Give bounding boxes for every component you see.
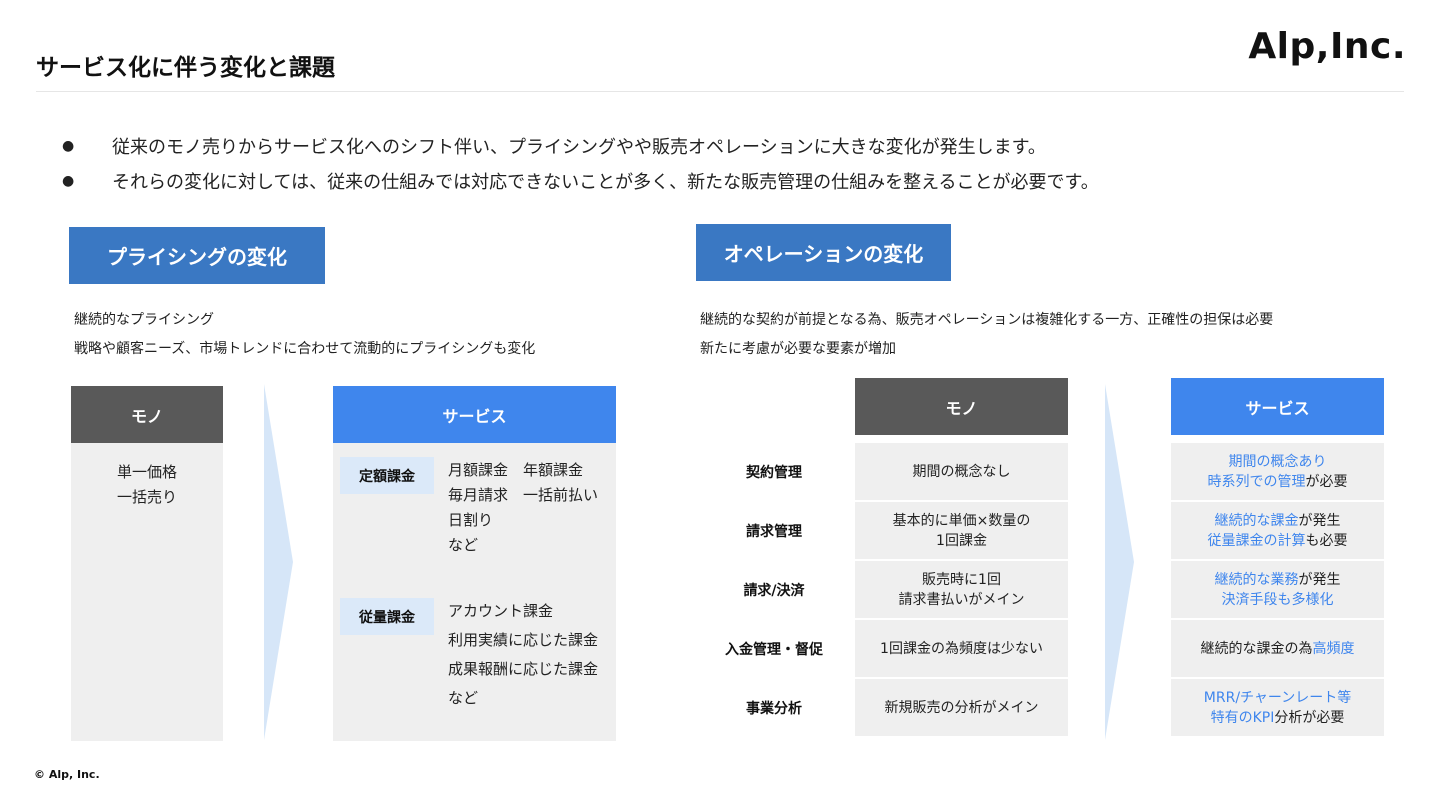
bullet-item: ● それらの変化に対しては、従来の仕組みでは対応できないことが多く、新たな販売管… [62,163,1099,198]
operation-service-line: 時系列での管理が必要 [1208,472,1348,492]
pricing-mono-line: 一括売り [116,488,177,506]
operation-desc-line: 継続的な契約が前提となる為、販売オペレーションは複雑化する一方、正確性の担保は必… [700,312,1274,328]
operation-service-line: 継続的な課金が発生 [1215,511,1341,531]
plain-text: 継続的な課金の為 [1200,640,1313,657]
operation-mono-line: 販売時に1回 [922,571,1001,588]
pricing-desc-line: 戦略や顧客ニーズ、市場トレンドに合わせて流動的にプライシングも変化 [74,341,536,357]
operation-service-line: 継続的な業務が発生 [1215,570,1341,590]
flat-rate-items: 月額課金 年額課金 毎月請求 一括前払い 日割り など [448,458,598,558]
usage-based-item: など [448,689,479,707]
flat-rate-item: など [448,536,479,554]
operation-service-line: 特有のKPI分析が必要 [1211,708,1345,728]
usage-based-item: 利用実績に応じた課金 [448,631,599,649]
highlight-text: MRR/チャーンレート等 [1203,689,1352,706]
pricing-mono-header: モノ [71,386,223,443]
operation-service-cell: MRR/チャーンレート等 特有のKPI分析が必要 [1171,679,1384,736]
bullet-text: 従来のモノ売りからサービス化へのシフト伴い、プライシングやや販売オペレーションに… [112,136,1046,158]
page-title: サービス化に伴う変化と課題 [36,55,335,81]
operation-service-cell: 期間の概念あり時系列での管理が必要 [1171,443,1384,500]
highlight-text: 特有のKPI [1210,709,1275,726]
operation-row-label: 入金管理・督促 [725,641,823,658]
operation-mono-line: 基本的に単価×数量の [892,512,1031,529]
usage-based-item: アカウント課金 [448,602,554,620]
title-divider [36,91,1404,92]
operation-service-cell: 継続的な課金の為高頻度 [1171,620,1384,677]
pricing-mono-panel: 単一価格 一括売り [71,443,223,741]
operation-row-label: 契約管理 [746,464,802,481]
plain-text: も必要 [1305,532,1348,549]
pricing-section-heading: プライシングの変化 [69,227,325,284]
operation-desc-line: 新たに考慮が必要な要素が増加 [700,341,896,357]
operation-service-line: 期間の概念あり [1229,452,1327,472]
pricing-mono-line: 単一価格 [116,463,177,481]
highlight-text: 決済手段も多様化 [1221,591,1334,608]
bullet-text: それらの変化に対しては、従来の仕組みでは対応できないことが多く、新たな販売管理の… [112,171,1099,193]
footer-copyright: © Alp, Inc. [34,768,100,781]
operation-section-heading: オペレーションの変化 [696,224,951,281]
usage-based-items: アカウント課金 利用実績に応じた課金 成果報酬に応じた課金 など [448,597,598,713]
flat-rate-item: 日割り [448,511,494,529]
pricing-service-panel: 定額課金 月額課金 年額課金 毎月請求 一括前払い 日割り など 従量課金 アカ… [333,443,616,741]
operation-mono-cell: 基本的に単価×数量の 1回課金 [855,502,1068,559]
operation-mono-line: 請求書払いがメイン [898,591,1025,608]
plain-text: 分析が必要 [1274,709,1345,726]
operation-mono-line: 1回課金の為頻度は少ない [880,640,1043,657]
highlight-text: 期間の概念あり [1228,453,1327,470]
operation-service-line: MRR/チャーンレート等 [1204,688,1351,708]
operation-mono-line: 新規販売の分析がメイン [884,699,1039,716]
operation-service-line: 従量課金の計算も必要 [1208,531,1348,551]
operation-mono-cell: 新規販売の分析がメイン [855,679,1068,736]
pricing-description: 継続的なプライシング 戦略や顧客ニーズ、市場トレンドに合わせて流動的にプライシン… [74,306,535,364]
plain-text: が発生 [1298,571,1341,588]
operation-description: 継続的な契約が前提となる為、販売オペレーションは複雑化する一方、正確性の担保は必… [700,306,1273,364]
operation-service-line: 継続的な課金の為高頻度 [1201,639,1355,659]
operation-service-cell: 継続的な業務が発生 決済手段も多様化 [1171,561,1384,618]
usage-based-tag: 従量課金 [340,598,434,635]
flat-rate-item: 毎月請求 一括前払い [448,486,599,504]
flat-rate-tag: 定額課金 [340,457,434,494]
pricing-desc-line: 継続的なプライシング [74,312,214,328]
company-logo: Alp,Inc. [1248,26,1406,67]
bullet-dot-icon: ● [62,172,75,189]
operation-service-cell: 継続的な課金が発生 従量課金の計算も必要 [1171,502,1384,559]
plain-text: が発生 [1298,512,1341,529]
pricing-service-header: サービス [333,386,616,443]
operation-row-label: 請求管理 [746,523,802,540]
flat-rate-item: 月額課金 年額課金 [448,461,584,479]
operation-mono-header: モノ [855,378,1068,435]
operation-service-header: サービス [1171,378,1384,435]
operation-chevron-arrow-icon [1105,384,1134,740]
bullet-item: ● 従来のモノ売りからサービス化へのシフト伴い、プライシングやや販売オペレーショ… [62,128,1099,163]
operation-mono-line: 1回課金 [936,532,987,549]
operation-mono-cell: 期間の概念なし [855,443,1068,500]
operation-mono-cell: 1回課金の為頻度は少ない [855,620,1068,677]
bullet-dot-icon: ● [62,137,75,154]
operation-mono-line: 期間の概念なし [912,463,1011,480]
pricing-chevron-arrow-icon [264,384,293,740]
highlight-text: 継続的な課金 [1214,512,1299,529]
highlight-text: 高頻度 [1312,640,1355,657]
usage-based-item: 成果報酬に応じた課金 [448,660,599,678]
operation-service-line: 決済手段も多様化 [1222,590,1334,610]
operation-row-label: 請求/決済 [743,582,805,599]
operation-row-label: 事業分析 [746,700,802,717]
operation-mono-cell: 販売時に1回請求書払いがメイン [855,561,1068,618]
plain-text: が必要 [1305,473,1348,490]
bullet-list: ● 従来のモノ売りからサービス化へのシフト伴い、プライシングやや販売オペレーショ… [62,128,1099,198]
highlight-text: 継続的な業務 [1214,571,1299,588]
highlight-text: 従量課金の計算 [1207,532,1306,549]
highlight-text: 時系列での管理 [1207,473,1306,490]
